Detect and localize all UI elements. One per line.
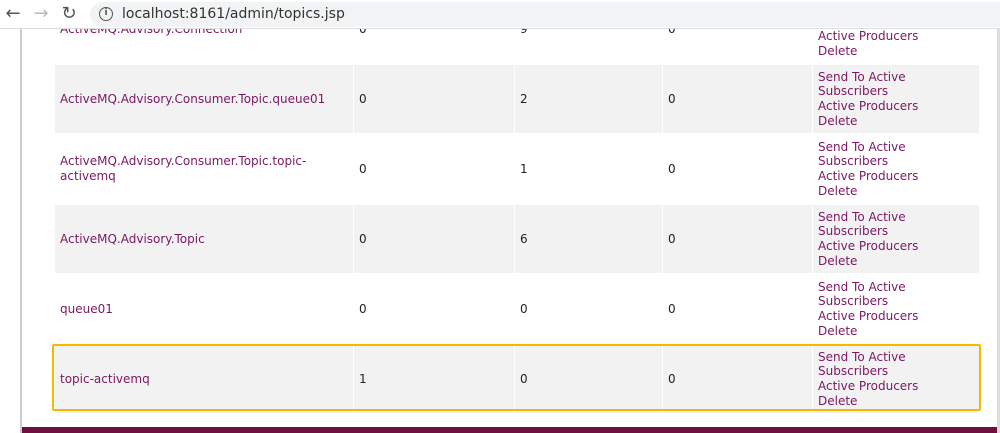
enqueued-count-cell: 0 — [663, 205, 812, 273]
pending-count: 1 — [359, 371, 367, 386]
pending-count-cell: 0 — [354, 275, 514, 343]
subscribers-link[interactable]: Subscribers — [818, 364, 974, 379]
table-row: topic-activemq 1 0 0 Send To Active Subscribe… — [55, 345, 979, 413]
pending-count: 0 — [359, 29, 367, 36]
consumer-count: 0 — [520, 301, 528, 316]
subscribers-link[interactable]: Subscribers — [818, 224, 974, 239]
pending-count: 0 — [359, 91, 367, 106]
pending-count: 0 — [359, 161, 367, 176]
enqueued-count: 0 — [668, 231, 676, 246]
back-icon[interactable]: ← — [2, 3, 24, 24]
address-bar[interactable]: i localhost:8161/admin/topics.jsp — [90, 2, 1000, 27]
delete-link[interactable]: Delete — [818, 394, 974, 409]
subscribers-link[interactable]: Subscribers — [818, 84, 974, 99]
reload-icon[interactable]: ↻ — [58, 3, 80, 24]
send-to-active-link[interactable]: Send To Active — [818, 140, 974, 155]
table-row: queue01 0 0 0 Send To Active Subscribers Activ… — [55, 275, 979, 343]
operations-cell: Send To ActiveSubscribersActive Producer… — [813, 29, 979, 63]
enqueued-count-cell: 0 — [663, 345, 812, 413]
topic-name-link-cell: ActiveMQ.Advisory.Consumer.Topic.topic-a… — [55, 135, 353, 203]
pending-count: 0 — [359, 231, 367, 246]
consumer-count-cell: 2 — [515, 65, 662, 133]
forward-icon[interactable]: → — [30, 3, 52, 24]
subscribers-link[interactable]: Subscribers — [818, 154, 974, 169]
enqueued-count-cell: 0 — [663, 65, 812, 133]
pending-count: 0 — [359, 301, 367, 316]
operations-cell: Send To ActiveSubscribersActive Producer… — [813, 205, 979, 273]
topic-name-link[interactable]: ActiveMQ.Advisory.Consumer.Topic.queue01 — [60, 92, 348, 107]
operations-cell: Send To ActiveSubscribersActive Producer… — [813, 135, 979, 203]
send-to-active-link[interactable]: Send To Active — [818, 70, 974, 85]
enqueued-count: 0 — [668, 91, 676, 106]
consumer-count-cell: 1 — [515, 135, 662, 203]
enqueued-count-cell: 0 — [663, 135, 812, 203]
enqueued-count: 0 — [668, 29, 676, 36]
topic-name-link[interactable]: ActiveMQ.Advisory.Connection — [60, 29, 348, 36]
consumer-count-cell: 9 — [515, 29, 662, 63]
topic-name-link-cell: ActiveMQ.Advisory.Connection — [55, 29, 353, 63]
subscribers-link[interactable]: Subscribers — [818, 294, 974, 309]
active-producers-link[interactable]: Active Producers — [818, 239, 974, 254]
enqueued-count: 0 — [668, 161, 676, 176]
pending-count-cell: 0 — [354, 135, 514, 203]
pending-count-cell: 0 — [354, 65, 514, 133]
topic-name-link-cell: topic-activemq — [55, 345, 353, 413]
topic-name-link-cell: ActiveMQ.Advisory.Topic — [55, 205, 353, 273]
active-producers-link[interactable]: Active Producers — [818, 309, 974, 324]
consumer-count: 9 — [520, 29, 528, 36]
page-content: ActiveMQ.Advisory.Connection 0 9 0 Send To A… — [0, 29, 1000, 433]
enqueued-count-cell: 0 — [663, 29, 812, 63]
active-producers-link[interactable]: Active Producers — [818, 99, 974, 114]
consumer-count: 6 — [520, 231, 528, 246]
table-row: ActiveMQ.Advisory.Consumer.Topic.topic-a… — [55, 135, 979, 203]
table-row: ActiveMQ.Advisory.Consumer.Topic.queue01… — [55, 65, 979, 133]
consumer-count-cell: 0 — [515, 275, 662, 343]
enqueued-count: 0 — [668, 301, 676, 316]
left-border — [20, 29, 22, 433]
topic-name-link[interactable]: topic-activemq — [60, 372, 348, 387]
send-to-active-link[interactable]: Send To Active — [818, 350, 974, 365]
consumer-count-cell: 6 — [515, 205, 662, 273]
topic-name-link-cell: queue01 — [55, 275, 353, 343]
table-row: ActiveMQ.Advisory.Topic 0 6 0 Send To Active… — [55, 205, 979, 273]
consumer-count: 0 — [520, 371, 528, 386]
topics-table: ActiveMQ.Advisory.Connection 0 9 0 Send To A… — [54, 29, 980, 415]
send-to-active-link[interactable]: Send To Active — [818, 280, 974, 295]
topic-name-link[interactable]: ActiveMQ.Advisory.Consumer.Topic.topic-a… — [60, 154, 348, 183]
enqueued-count: 0 — [668, 371, 676, 386]
consumer-count: 1 — [520, 161, 528, 176]
active-producers-link[interactable]: Active Producers — [818, 169, 974, 184]
delete-link[interactable]: Delete — [818, 114, 974, 129]
enqueued-count-cell: 0 — [663, 275, 812, 343]
url-text[interactable]: localhost:8161/admin/topics.jsp — [122, 6, 345, 22]
topic-name-link[interactable]: ActiveMQ.Advisory.Topic — [60, 232, 348, 247]
pending-count-cell: 1 — [354, 345, 514, 413]
table-row: ActiveMQ.Advisory.Connection 0 9 0 Send To A… — [55, 29, 979, 63]
consumer-count: 2 — [520, 91, 528, 106]
pending-count-cell: 0 — [354, 205, 514, 273]
delete-link[interactable]: Delete — [818, 254, 974, 269]
operations-cell: Send To ActiveSubscribersActive Producer… — [813, 65, 979, 133]
delete-link[interactable]: Delete — [818, 44, 974, 59]
info-icon[interactable]: i — [99, 7, 113, 21]
pending-count-cell: 0 — [354, 29, 514, 63]
delete-link[interactable]: Delete — [818, 184, 974, 199]
consumer-count-cell: 0 — [515, 345, 662, 413]
footer-band — [22, 427, 997, 433]
browser-toolbar: ← → ↻ i localhost:8161/admin/topics.jsp — [0, 0, 1000, 29]
operations-cell: Send To ActiveSubscribersActive Producer… — [813, 345, 979, 413]
send-to-active-link[interactable]: Send To Active — [818, 210, 974, 225]
active-producers-link[interactable]: Active Producers — [818, 379, 974, 394]
operations-cell: Send To ActiveSubscribersActive Producer… — [813, 275, 979, 343]
topic-name-link-cell: ActiveMQ.Advisory.Consumer.Topic.queue01 — [55, 65, 353, 133]
topic-name-link[interactable]: queue01 — [60, 302, 348, 317]
active-producers-link[interactable]: Active Producers — [818, 29, 974, 44]
delete-link[interactable]: Delete — [818, 324, 974, 339]
